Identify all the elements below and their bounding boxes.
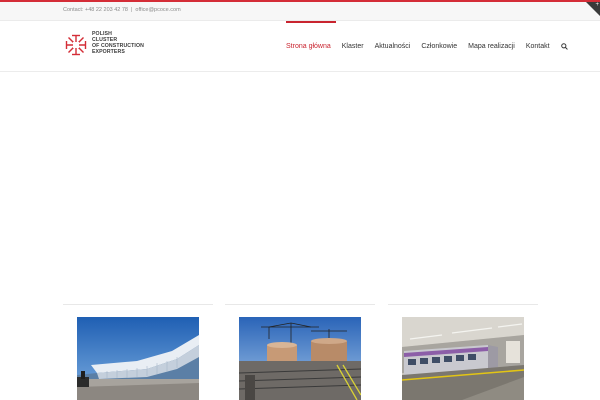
site-header: POLISH CLUSTER OF CONSTRUCTION EXPORTERS… [0,21,600,72]
plus-icon: + [595,2,599,8]
logo-wordmark: POLISH CLUSTER OF CONSTRUCTION EXPORTERS [92,31,144,56]
contact-email-link[interactable]: office@pcoce.com [135,7,180,13]
search-icon [561,42,568,50]
nav-item-home[interactable]: Strona główna [286,21,337,71]
contact-phone: Contact: +48 22 203 42 78 [63,7,128,13]
nav-item-contact[interactable]: Kontakt [520,21,555,71]
nav-item-members[interactable]: Członkowie [416,21,463,71]
project-image-metro[interactable] [402,317,524,400]
search-button[interactable] [555,21,568,71]
main-navigation: Strona główna Klaster Aktualności Członk… [286,21,568,71]
logo-mark-icon [65,34,87,56]
nav-item-news[interactable]: Aktualności [369,21,416,71]
logo-line-4: EXPORTERS [92,48,125,55]
site-logo[interactable]: POLISH CLUSTER OF CONSTRUCTION EXPORTERS [65,31,147,62]
column-divider [388,304,538,305]
column-divider [225,304,375,305]
nav-item-map[interactable]: Mapa realizacji [463,21,521,71]
project-image-construction[interactable] [239,317,361,400]
hero-slider-area [0,72,600,302]
column-divider [63,304,213,305]
contact-separator: | [130,7,133,13]
project-image-building[interactable] [77,317,199,400]
nav-item-cluster[interactable]: Klaster [336,21,369,71]
contact-info: Contact: +48 22 203 42 78 | office@pcoce.c… [63,7,181,13]
top-contact-bar: Contact: +48 22 203 42 78 | office@pcoce.c… [0,2,600,21]
